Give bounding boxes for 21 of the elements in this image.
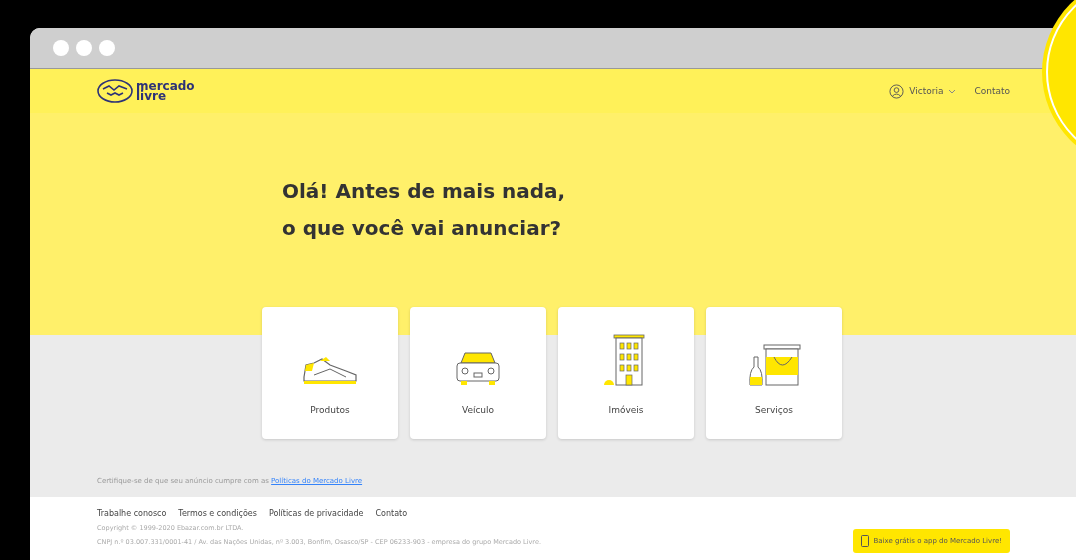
chevron-down-icon: [948, 88, 957, 94]
window-control-dot[interactable]: [76, 40, 92, 56]
user-icon: [889, 83, 905, 99]
logo-text[interactable]: mercado livre: [136, 81, 195, 101]
paint-bucket-and-brush-icon: [746, 343, 802, 387]
category-card[interactable]: Serviços: [706, 307, 842, 439]
category-card[interactable]: Produtos: [262, 307, 398, 439]
category-card[interactable]: Veículo: [410, 307, 546, 439]
category-card[interactable]: Imóveis: [558, 307, 694, 439]
window-control-dot[interactable]: [99, 40, 115, 56]
handshake-logo-icon[interactable]: [97, 79, 133, 103]
footer-link[interactable]: Políticas de privacidade: [268, 509, 364, 518]
car-icon: [453, 349, 503, 387]
footer-link[interactable]: Contato: [375, 509, 408, 518]
footer-link[interactable]: Termos e condições: [178, 509, 257, 518]
page-heading: Olá! Antes de mais nada, o que você vai anunciar?: [282, 178, 567, 242]
contact-link[interactable]: Contato: [974, 86, 1010, 96]
user-menu[interactable]: Victoria: [889, 83, 957, 99]
window-control-dot[interactable]: [53, 40, 69, 56]
phone-icon: [861, 535, 870, 547]
footer-link[interactable]: Trabalhe conosco: [97, 509, 167, 518]
